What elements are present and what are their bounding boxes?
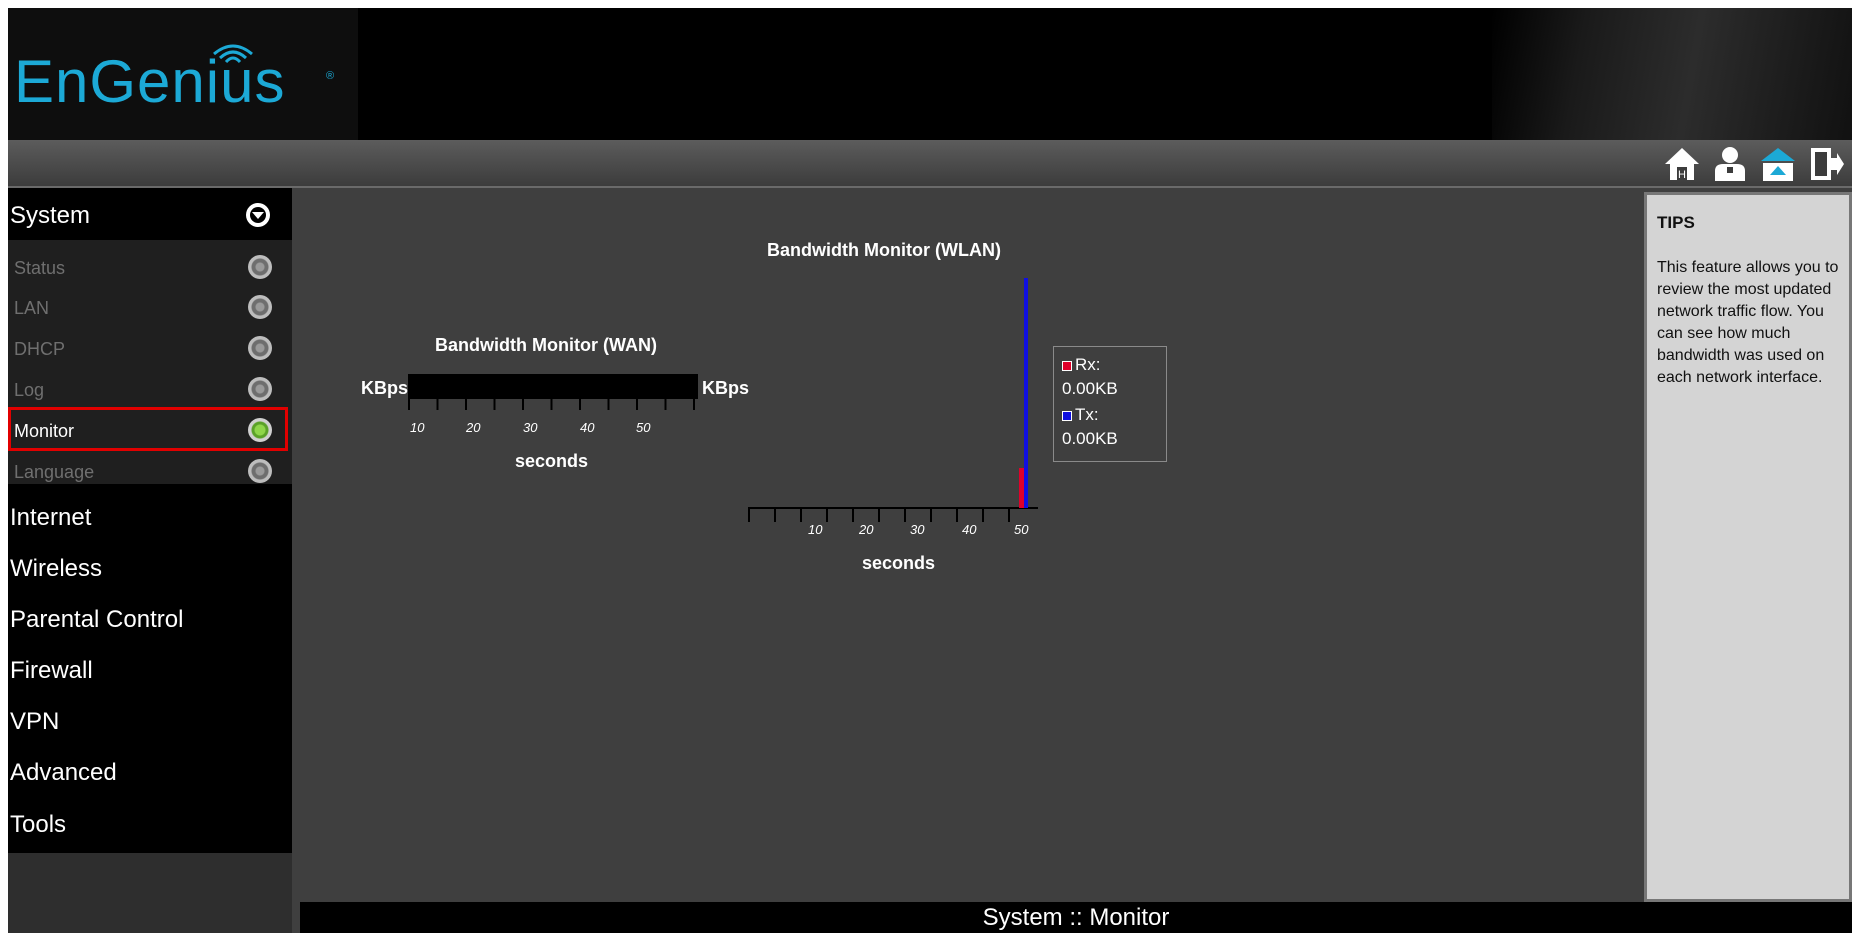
- wan-tick-label: 20: [466, 420, 481, 435]
- user-button[interactable]: [1710, 144, 1750, 184]
- sidebar-item-parental-control[interactable]: Parental Control: [8, 596, 292, 644]
- wan-ticks: [408, 398, 695, 410]
- wlan-tick-label: 10: [808, 522, 823, 537]
- wlan-chart-title: Bandwidth Monitor (WLAN): [767, 240, 1001, 260]
- wan-chart-title: Bandwidth Monitor (WAN): [435, 335, 657, 355]
- status-dot-icon: [248, 336, 272, 360]
- status-dot-icon: [248, 255, 272, 279]
- sidebar-item-label: Tools: [10, 811, 67, 838]
- wlan-tick-label: 30: [910, 522, 925, 537]
- wlan-chart-plot: [748, 278, 1038, 522]
- sidebar: System Status LAN DHCP Log Monitor Langu…: [8, 188, 292, 933]
- sidebar-section-label: System: [10, 202, 91, 229]
- legend-tx-label: Tx:: [1075, 405, 1099, 424]
- sidebar-item-firewall[interactable]: Firewall: [8, 647, 292, 695]
- wan-axis-unit-right: KBps: [702, 378, 750, 398]
- sidebar-item-log[interactable]: Log: [8, 370, 292, 410]
- wan-tick-label: 10: [410, 420, 425, 435]
- wlan-tick-label: 50: [1014, 522, 1029, 537]
- app-window: EnGenius ® H System Status LAN DHCP Log …: [8, 8, 1852, 933]
- legend-rx-value: 0.00KB: [1062, 379, 1118, 398]
- sidebar-item-label: DHCP: [14, 339, 66, 359]
- legend-tx-value: 0.00KB: [1062, 429, 1118, 448]
- wlan-x-axis-label: seconds: [862, 553, 936, 573]
- sidebar-item-tools[interactable]: Tools: [8, 801, 292, 849]
- sidebar-item-internet[interactable]: Internet: [8, 494, 292, 542]
- sidebar-item-status[interactable]: Status: [8, 248, 292, 288]
- wlan-tick-label: 20: [859, 522, 874, 537]
- header-decoration: [1492, 8, 1852, 140]
- sidebar-item-label: Monitor: [14, 421, 75, 441]
- tips-body: This feature allows you to review the mo…: [1657, 259, 1839, 386]
- home-icon: H: [1665, 148, 1699, 181]
- sidebar-item-vpn[interactable]: VPN: [8, 698, 292, 746]
- sidebar-item-label: Log: [14, 380, 45, 400]
- sidebar-item-label: LAN: [14, 298, 50, 318]
- header: EnGenius ®: [8, 8, 1852, 140]
- wlan-tick-label: 40: [962, 522, 977, 537]
- status-dot-active-icon: [248, 418, 272, 442]
- sidebar-item-wireless[interactable]: Wireless: [8, 545, 292, 593]
- svg-text:H: H: [1678, 169, 1686, 181]
- collapse-icon[interactable]: [244, 201, 272, 229]
- wlan-ticks: [748, 508, 1010, 522]
- legend-rx-label: Rx:: [1075, 355, 1101, 374]
- status-dot-icon: [248, 459, 272, 483]
- wan-axis-unit-left: KBps: [361, 378, 409, 398]
- tx-color-swatch: [1062, 410, 1072, 421]
- logout-button[interactable]: [1806, 144, 1846, 184]
- wan-tick-label: 50: [636, 420, 651, 435]
- tx-bar: [1024, 278, 1028, 508]
- logo-area: EnGenius ®: [8, 8, 358, 140]
- wizard-button[interactable]: [1758, 144, 1798, 184]
- status-dot-icon: [248, 295, 272, 319]
- tips-panel: TIPS This feature allows you to review t…: [1644, 192, 1852, 902]
- logout-icon: [1811, 148, 1844, 180]
- sidebar-item-advanced[interactable]: Advanced: [8, 749, 292, 797]
- home-button[interactable]: H: [1662, 144, 1702, 184]
- status-dot-icon: [248, 377, 272, 401]
- sidebar-item-monitor[interactable]: Monitor: [8, 407, 292, 451]
- page-title-bar: System :: Monitor: [300, 902, 1852, 933]
- sidebar-item-label: Wireless: [10, 555, 103, 582]
- user-icon: [1715, 147, 1745, 181]
- sidebar-footer-area: [8, 853, 292, 933]
- sidebar-item-label: Status: [14, 258, 66, 278]
- toolbar-icons: H: [1662, 144, 1846, 184]
- legend-tx: Tx:: [1062, 405, 1099, 425]
- sidebar-item-lan[interactable]: LAN: [8, 288, 292, 328]
- rx-color-swatch: [1062, 360, 1072, 371]
- logo-registered-mark: ®: [326, 70, 335, 82]
- sidebar-section-system[interactable]: System: [8, 188, 292, 240]
- wifi-icon: [213, 44, 253, 64]
- sidebar-item-label: Internet: [10, 504, 92, 531]
- sidebar-item-label: Parental Control: [10, 606, 184, 633]
- sidebar-item-label: VPN: [10, 708, 60, 735]
- wlan-legend: Rx: 0.00KB Tx: 0.00KB: [1053, 346, 1167, 462]
- wan-chart-plot: [408, 374, 698, 410]
- sidebar-item-language[interactable]: Language: [8, 452, 292, 492]
- sidebar-item-label: Language: [14, 462, 95, 482]
- legend-rx: Rx:: [1062, 355, 1101, 375]
- wan-tick-label: 40: [580, 420, 595, 435]
- wan-x-axis-label: seconds: [515, 451, 589, 471]
- system-submenu: Status LAN DHCP Log Monitor Language: [8, 240, 292, 484]
- rx-bar: [1019, 468, 1024, 508]
- toolbar: H: [8, 140, 1852, 188]
- tips-title: TIPS: [1657, 213, 1695, 232]
- wizard-icon: [1761, 148, 1795, 181]
- wan-tick-label: 30: [523, 420, 538, 435]
- page-title: System :: Monitor: [982, 904, 1170, 931]
- sidebar-item-label: Advanced: [10, 759, 117, 786]
- sidebar-item-dhcp[interactable]: DHCP: [8, 329, 292, 369]
- wan-plot-area: [408, 374, 698, 398]
- sidebar-item-label: Firewall: [10, 657, 93, 684]
